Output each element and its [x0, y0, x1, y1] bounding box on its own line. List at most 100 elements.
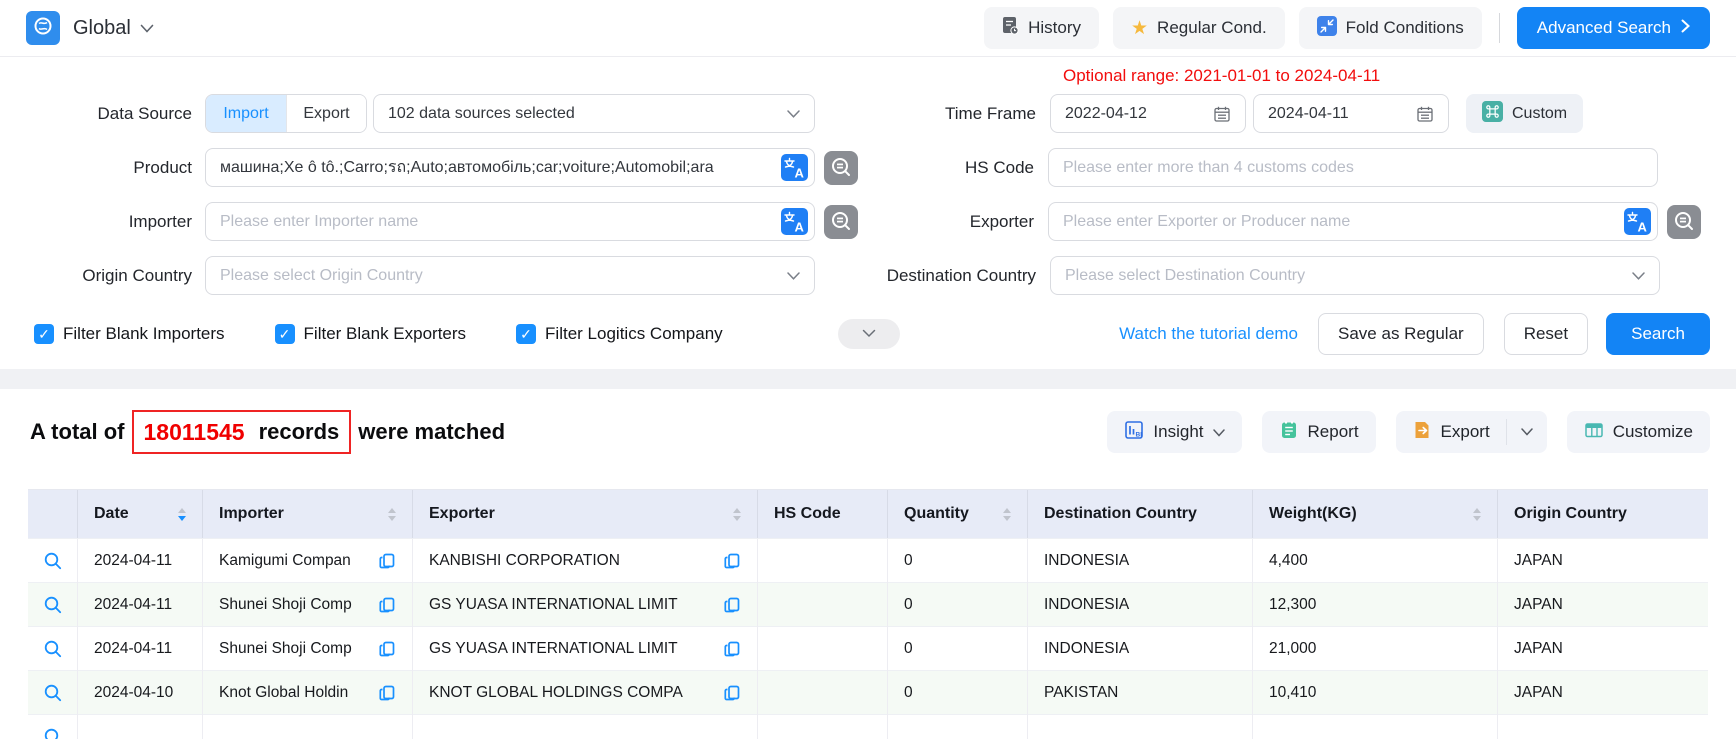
advanced-search-button[interactable]: Advanced Search [1517, 7, 1710, 49]
report-button[interactable]: Report [1262, 411, 1376, 453]
collapse-conditions-toggle[interactable] [838, 319, 900, 349]
importer-name: Shunei Shoji Comp [219, 596, 352, 614]
regular-cond-button[interactable]: ★ Regular Cond. [1113, 7, 1285, 49]
cell-destination: INDONESIA [1028, 539, 1253, 583]
exporter-name: GS YUASA INTERNATIONAL LIMIT [429, 640, 678, 658]
exporter-name: KANBISHI CORPORATION [429, 552, 620, 570]
copy-icon[interactable] [723, 640, 741, 658]
filter-blank-importers-checkbox[interactable]: ✓ Filter Blank Importers [34, 324, 225, 344]
copy-icon[interactable] [378, 596, 396, 614]
column-header-hs-code[interactable]: HS Code [758, 490, 888, 538]
history-button[interactable]: History [984, 7, 1099, 49]
reset-button[interactable]: Reset [1504, 313, 1588, 355]
hs-code-input[interactable] [1048, 148, 1658, 187]
insight-bi-icon: BI [1124, 420, 1144, 445]
copy-icon[interactable] [378, 640, 396, 658]
time-frame-start-input[interactable]: 2022-04-12 [1050, 94, 1246, 133]
filter-logistics-company-checkbox[interactable]: ✓ Filter Logitics Company [516, 324, 723, 344]
data-source-toggle: Import Export [205, 94, 367, 133]
record-count: 18011545 [144, 419, 245, 446]
cell-exporter: KANBISHI CORPORATION [413, 539, 758, 583]
copy-icon[interactable] [378, 684, 396, 702]
search-button[interactable]: Search [1606, 313, 1710, 355]
custom-time-button-label: Custom [1512, 105, 1567, 123]
region-selector-label[interactable]: Global [73, 17, 131, 40]
custom-time-button[interactable]: Custom [1466, 94, 1583, 133]
column-header-quantity[interactable]: Quantity [888, 490, 1028, 538]
row-detail-button[interactable] [28, 627, 78, 671]
importer-input[interactable] [205, 202, 815, 241]
cell-importer: Kamigumi Compan [203, 539, 413, 583]
exact-match-icon[interactable] [824, 151, 858, 185]
row-detail-button[interactable] [28, 539, 78, 583]
cell-hs-code [758, 627, 888, 671]
cell-exporter: GS YUASA INTERNATIONAL LIMIT [413, 583, 758, 627]
app-logo [26, 11, 60, 45]
column-header-exporter[interactable]: Exporter [413, 490, 758, 538]
copy-icon[interactable] [723, 596, 741, 614]
row-detail-button[interactable] [28, 671, 78, 715]
cell-weight: 4,400 [1253, 539, 1498, 583]
column-header-quantity-label: Quantity [904, 505, 969, 523]
cell-quantity: 0 [888, 671, 1028, 715]
filter-blank-exporters-checkbox[interactable]: ✓ Filter Blank Exporters [275, 324, 467, 344]
cell-importer: Knot Global Holdin [203, 671, 413, 715]
data-sources-dropdown[interactable]: 102 data sources selected [373, 94, 815, 133]
time-frame-end-input[interactable]: 2024-04-11 [1253, 94, 1449, 133]
tutorial-demo-link[interactable]: Watch the tutorial demo [1119, 324, 1298, 344]
svg-text:A: A [795, 220, 805, 235]
column-header-destination[interactable]: Destination Country [1028, 490, 1253, 538]
advanced-search-button-label: Advanced Search [1537, 18, 1671, 38]
origin-country-label: Origin Country [0, 266, 192, 286]
column-header-origin[interactable]: Origin Country [1498, 490, 1708, 538]
cell-exporter: GS YUASA INTERNATIONAL LIMIT [413, 627, 758, 671]
divider [1499, 13, 1500, 43]
fold-icon [1317, 16, 1337, 41]
product-input[interactable] [205, 148, 815, 187]
save-as-regular-button[interactable]: Save as Regular [1318, 313, 1484, 355]
export-button[interactable]: Export [1396, 411, 1506, 453]
sort-icon[interactable] [178, 508, 186, 521]
exact-match-icon[interactable] [1667, 205, 1701, 239]
customize-button[interactable]: Customize [1567, 411, 1710, 453]
translate-icon[interactable]: A [781, 154, 808, 186]
sort-icon[interactable] [1003, 508, 1011, 521]
globe-icon [33, 16, 53, 41]
fold-conditions-button[interactable]: Fold Conditions [1299, 7, 1482, 49]
sort-icon[interactable] [388, 508, 396, 521]
cell-hs-code [758, 715, 888, 739]
data-source-import-option[interactable]: Import [206, 95, 286, 132]
sort-icon[interactable] [1473, 508, 1481, 521]
copy-icon[interactable] [723, 552, 741, 570]
filter-blank-importers-label: Filter Blank Importers [63, 324, 225, 344]
column-header-date[interactable]: Date [78, 490, 203, 538]
exact-match-icon[interactable] [824, 205, 858, 239]
translate-icon[interactable]: A [1624, 208, 1651, 240]
report-button-label: Report [1308, 422, 1359, 442]
row-detail-button[interactable] [28, 715, 78, 739]
chevron-down-icon[interactable] [140, 24, 154, 33]
column-header-weight[interactable]: Weight(KG) [1253, 490, 1498, 538]
customize-columns-icon [1584, 420, 1604, 445]
export-options-dropdown[interactable] [1507, 411, 1547, 453]
results-table: Date Importer Exporter HS Code Quantity … [28, 489, 1708, 739]
cell-origin [1498, 715, 1708, 739]
insight-button-label: Insight [1153, 422, 1203, 442]
destination-country-select[interactable]: Please select Destination Country [1050, 256, 1660, 295]
column-header-importer[interactable]: Importer [203, 490, 413, 538]
copy-icon[interactable] [723, 684, 741, 702]
sort-icon[interactable] [733, 508, 741, 521]
cell-quantity [888, 715, 1028, 739]
copy-icon[interactable] [378, 552, 396, 570]
insight-button[interactable]: BI Insight [1107, 411, 1241, 453]
row-detail-button[interactable] [28, 583, 78, 627]
data-source-export-option[interactable]: Export [286, 95, 366, 132]
importer-name: Knot Global Holdin [219, 684, 348, 702]
command-icon [1482, 101, 1503, 127]
origin-country-placeholder: Please select Origin Country [220, 267, 423, 285]
exporter-input[interactable] [1048, 202, 1658, 241]
column-header-exporter-label: Exporter [429, 505, 495, 523]
translate-icon[interactable]: A [781, 208, 808, 240]
table-row [28, 714, 1708, 739]
origin-country-select[interactable]: Please select Origin Country [205, 256, 815, 295]
